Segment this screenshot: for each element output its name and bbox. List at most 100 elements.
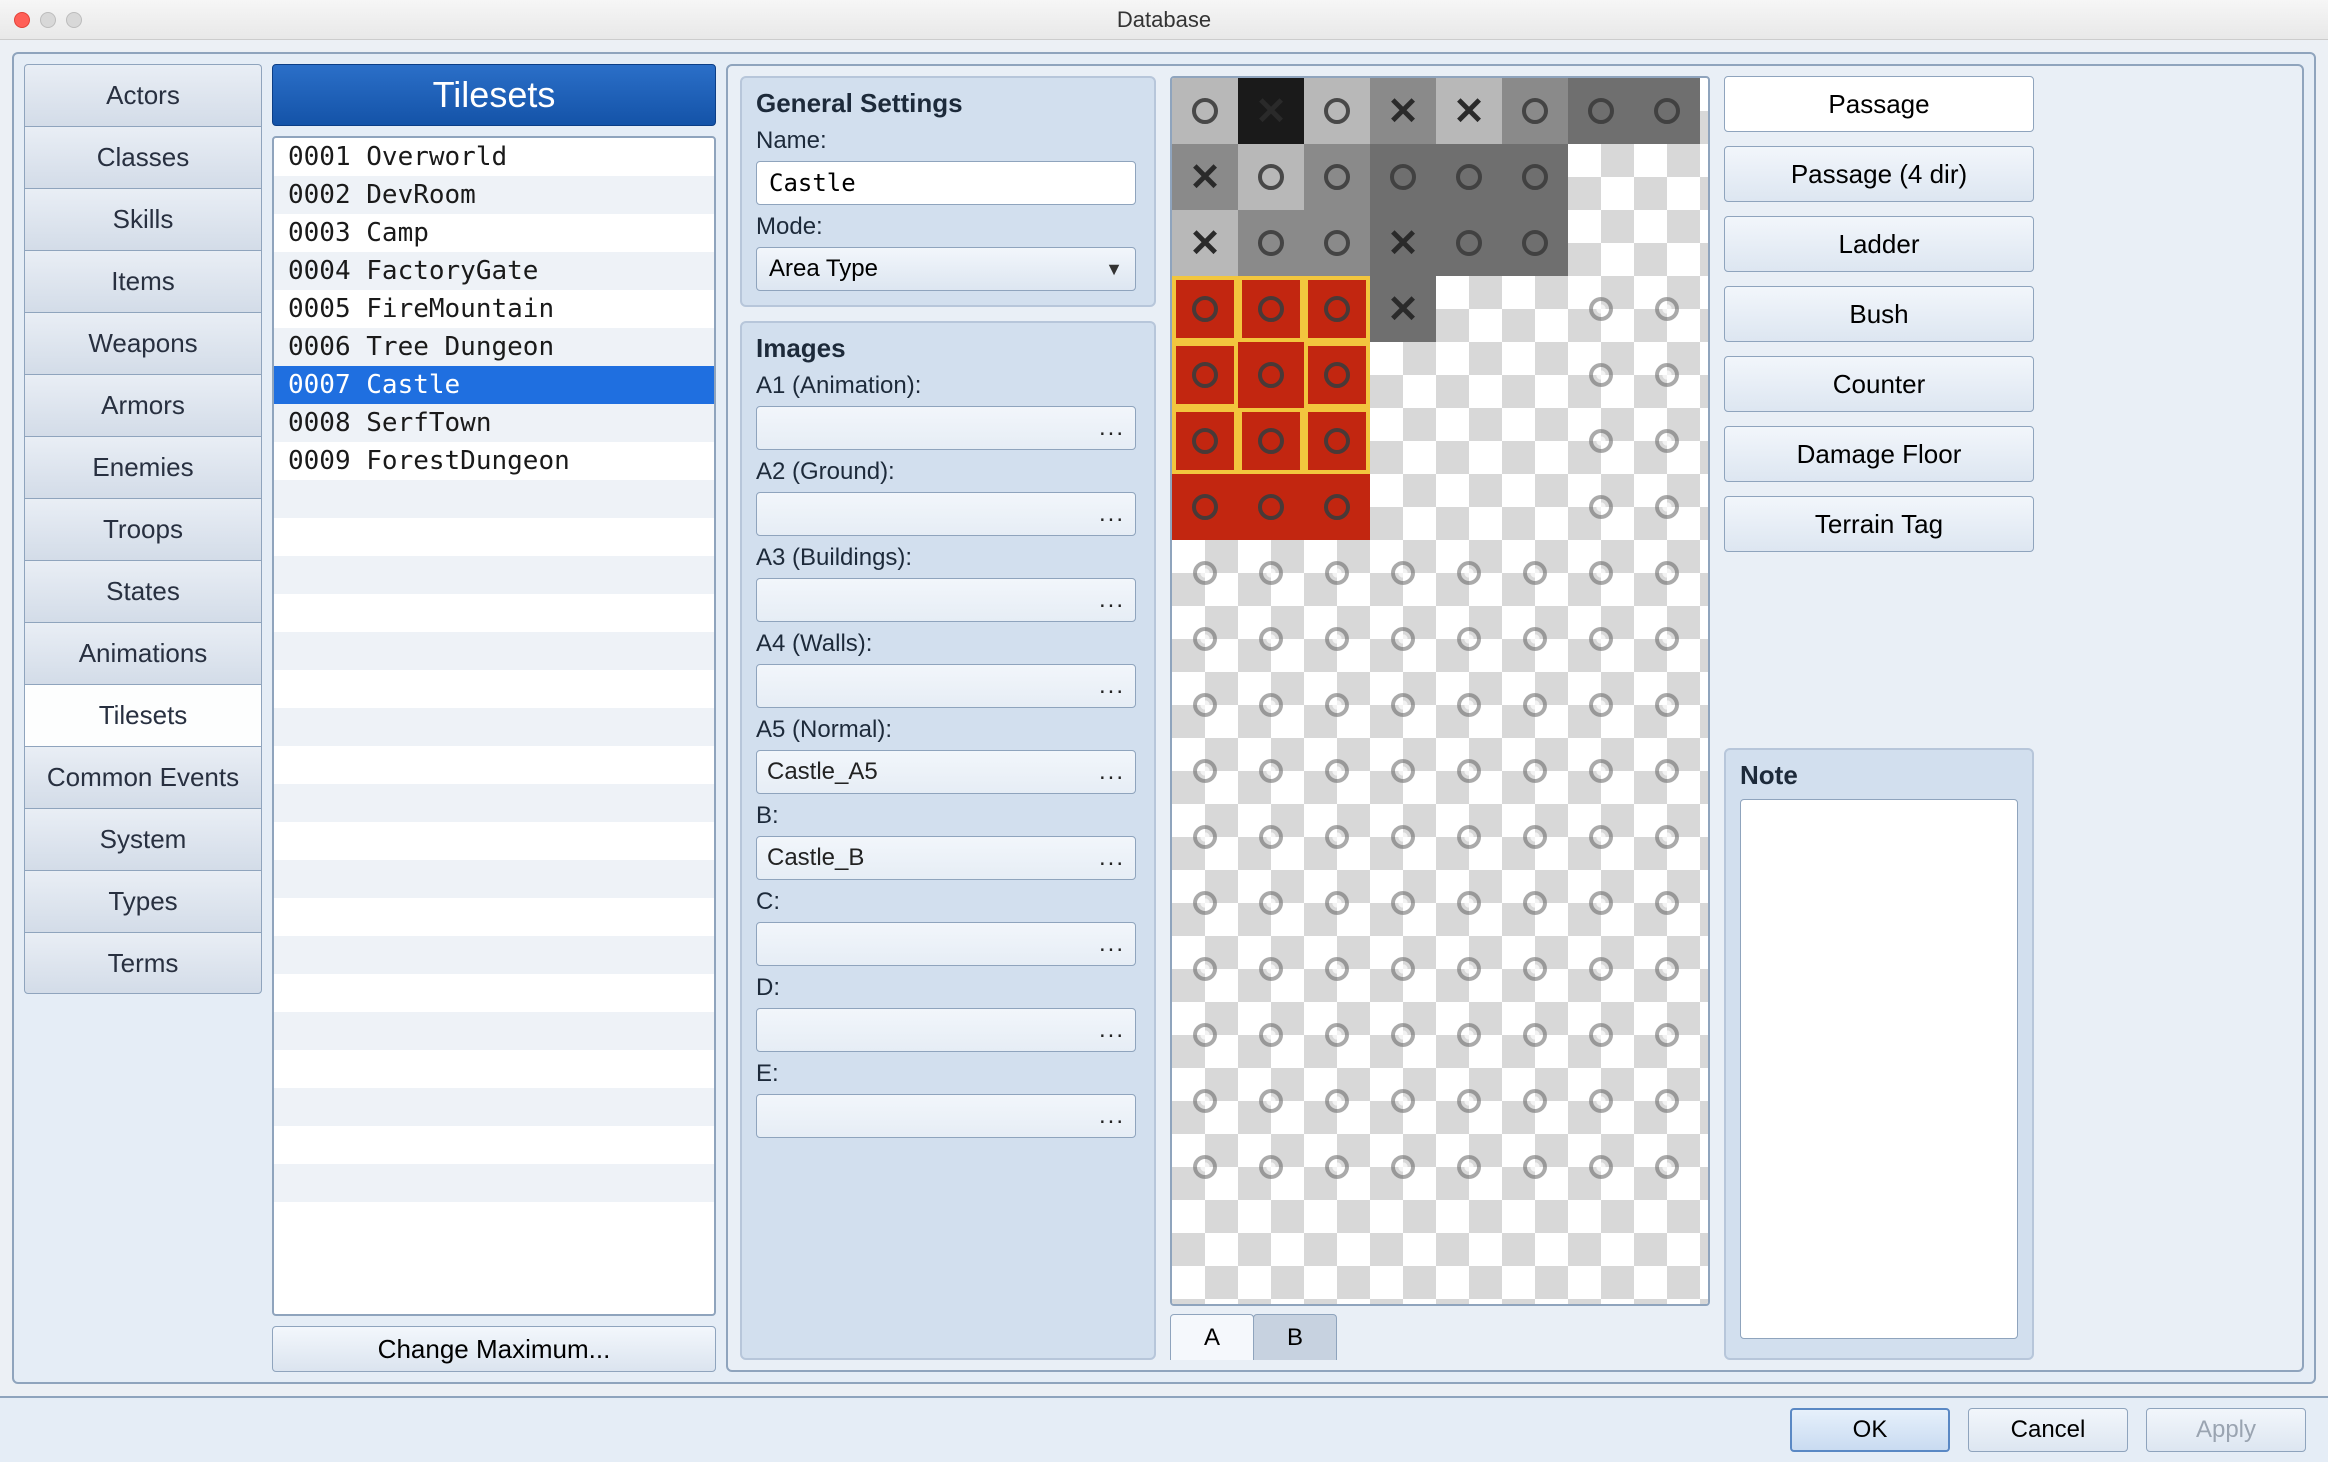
passage-mark[interactable] xyxy=(1568,1134,1634,1200)
list-item[interactable]: 0007 Castle xyxy=(274,366,714,404)
passage-mark[interactable] xyxy=(1436,804,1502,870)
passage-mark[interactable] xyxy=(1238,1002,1304,1068)
passage-mark[interactable] xyxy=(1238,738,1304,804)
image-slot-picker[interactable]: Castle_A5... xyxy=(756,750,1136,794)
category-weapons[interactable]: Weapons xyxy=(24,312,262,374)
passage-mark[interactable] xyxy=(1634,606,1700,672)
list-item[interactable]: 0009 ForestDungeon xyxy=(274,442,714,480)
list-item[interactable] xyxy=(274,1012,714,1050)
passage-mark[interactable] xyxy=(1238,672,1304,738)
list-item[interactable] xyxy=(274,1164,714,1202)
passage-mark[interactable] xyxy=(1568,936,1634,1002)
passage-mark[interactable] xyxy=(1502,1134,1568,1200)
passage-mark[interactable] xyxy=(1304,1068,1370,1134)
image-slot-picker[interactable]: ... xyxy=(756,922,1136,966)
list-item[interactable] xyxy=(274,632,714,670)
passage-mark[interactable] xyxy=(1370,1134,1436,1200)
category-terms[interactable]: Terms xyxy=(24,932,262,994)
image-slot-picker[interactable]: ... xyxy=(756,1094,1136,1138)
tab-b[interactable]: B xyxy=(1253,1314,1337,1360)
passage-button[interactable]: Passage xyxy=(1724,76,2034,132)
passage-mark[interactable] xyxy=(1436,936,1502,1002)
passage-mark[interactable] xyxy=(1634,342,1700,408)
tab-a[interactable]: A xyxy=(1170,1314,1254,1360)
image-slot-picker[interactable]: ... xyxy=(756,406,1136,450)
list-item[interactable] xyxy=(274,898,714,936)
counter-button[interactable]: Counter xyxy=(1724,356,2034,412)
list-item[interactable] xyxy=(274,708,714,746)
passage-mark[interactable] xyxy=(1370,1068,1436,1134)
image-slot-picker[interactable]: ... xyxy=(756,492,1136,536)
passage-mark[interactable] xyxy=(1634,474,1700,540)
passage-mark[interactable] xyxy=(1370,540,1436,606)
passage-mark[interactable] xyxy=(1370,672,1436,738)
passage-mark[interactable] xyxy=(1172,606,1238,672)
passage-mark[interactable] xyxy=(1568,474,1634,540)
passage-mark[interactable] xyxy=(1634,276,1700,342)
image-slot-picker[interactable]: ... xyxy=(756,1008,1136,1052)
passage-mark[interactable] xyxy=(1634,408,1700,474)
passage-mark[interactable] xyxy=(1172,1068,1238,1134)
list-item[interactable] xyxy=(274,518,714,556)
passage-mark[interactable] xyxy=(1502,870,1568,936)
passage-mark[interactable] xyxy=(1634,738,1700,804)
list-item[interactable] xyxy=(274,860,714,898)
cancel-button[interactable]: Cancel xyxy=(1968,1408,2128,1452)
passage-mark[interactable] xyxy=(1568,606,1634,672)
tileset-list[interactable]: 0001 Overworld0002 DevRoom0003 Camp0004 … xyxy=(272,136,716,1316)
list-item[interactable] xyxy=(274,1088,714,1126)
ok-button[interactable]: OK xyxy=(1790,1408,1950,1452)
category-actors[interactable]: Actors xyxy=(24,64,262,126)
passage-mark[interactable] xyxy=(1502,672,1568,738)
passage-mark[interactable] xyxy=(1436,870,1502,936)
close-icon[interactable] xyxy=(14,12,30,28)
passage-mark[interactable] xyxy=(1370,606,1436,672)
list-item[interactable] xyxy=(274,936,714,974)
passage-mark[interactable] xyxy=(1172,540,1238,606)
passage-mark[interactable] xyxy=(1502,1002,1568,1068)
passage-mark[interactable] xyxy=(1436,738,1502,804)
passage-mark[interactable] xyxy=(1568,1068,1634,1134)
passage-mark[interactable] xyxy=(1304,540,1370,606)
list-item[interactable] xyxy=(274,594,714,632)
passage-mark[interactable] xyxy=(1304,738,1370,804)
passage-mark[interactable] xyxy=(1568,672,1634,738)
list-item[interactable] xyxy=(274,1050,714,1088)
change-maximum-button[interactable]: Change Maximum... xyxy=(272,1326,716,1372)
passage-mark[interactable] xyxy=(1502,1068,1568,1134)
passage-mark[interactable] xyxy=(1502,804,1568,870)
passage-mark[interactable] xyxy=(1634,804,1700,870)
passage-mark[interactable] xyxy=(1304,936,1370,1002)
list-item[interactable] xyxy=(274,480,714,518)
list-item[interactable]: 0005 FireMountain xyxy=(274,290,714,328)
passage-mark[interactable] xyxy=(1238,606,1304,672)
passage-mark[interactable] xyxy=(1634,1068,1700,1134)
list-item[interactable] xyxy=(274,822,714,860)
list-item[interactable]: 0006 Tree Dungeon xyxy=(274,328,714,366)
category-tilesets[interactable]: Tilesets xyxy=(24,684,262,746)
list-item[interactable] xyxy=(274,784,714,822)
list-item[interactable] xyxy=(274,670,714,708)
list-item[interactable]: 0004 FactoryGate xyxy=(274,252,714,290)
passage-mark[interactable] xyxy=(1370,936,1436,1002)
passage-mark[interactable] xyxy=(1634,870,1700,936)
category-system[interactable]: System xyxy=(24,808,262,870)
passage-mark[interactable] xyxy=(1304,870,1370,936)
passage-mark[interactable] xyxy=(1634,1134,1700,1200)
passage-mark[interactable] xyxy=(1238,804,1304,870)
passage-mark[interactable] xyxy=(1634,1002,1700,1068)
passage-mark[interactable] xyxy=(1436,1134,1502,1200)
category-items[interactable]: Items xyxy=(24,250,262,312)
passage-mark[interactable] xyxy=(1502,936,1568,1002)
passage-mark[interactable] xyxy=(1370,804,1436,870)
passage-mark[interactable] xyxy=(1568,804,1634,870)
image-slot-picker[interactable]: ... xyxy=(756,664,1136,708)
category-armors[interactable]: Armors xyxy=(24,374,262,436)
passage-mark[interactable] xyxy=(1568,342,1634,408)
category-common-events[interactable]: Common Events xyxy=(24,746,262,808)
passage-mark[interactable] xyxy=(1238,1134,1304,1200)
passage-mark[interactable] xyxy=(1370,738,1436,804)
passage-mark[interactable] xyxy=(1304,606,1370,672)
category-animations[interactable]: Animations xyxy=(24,622,262,684)
passage-mark[interactable] xyxy=(1436,1068,1502,1134)
